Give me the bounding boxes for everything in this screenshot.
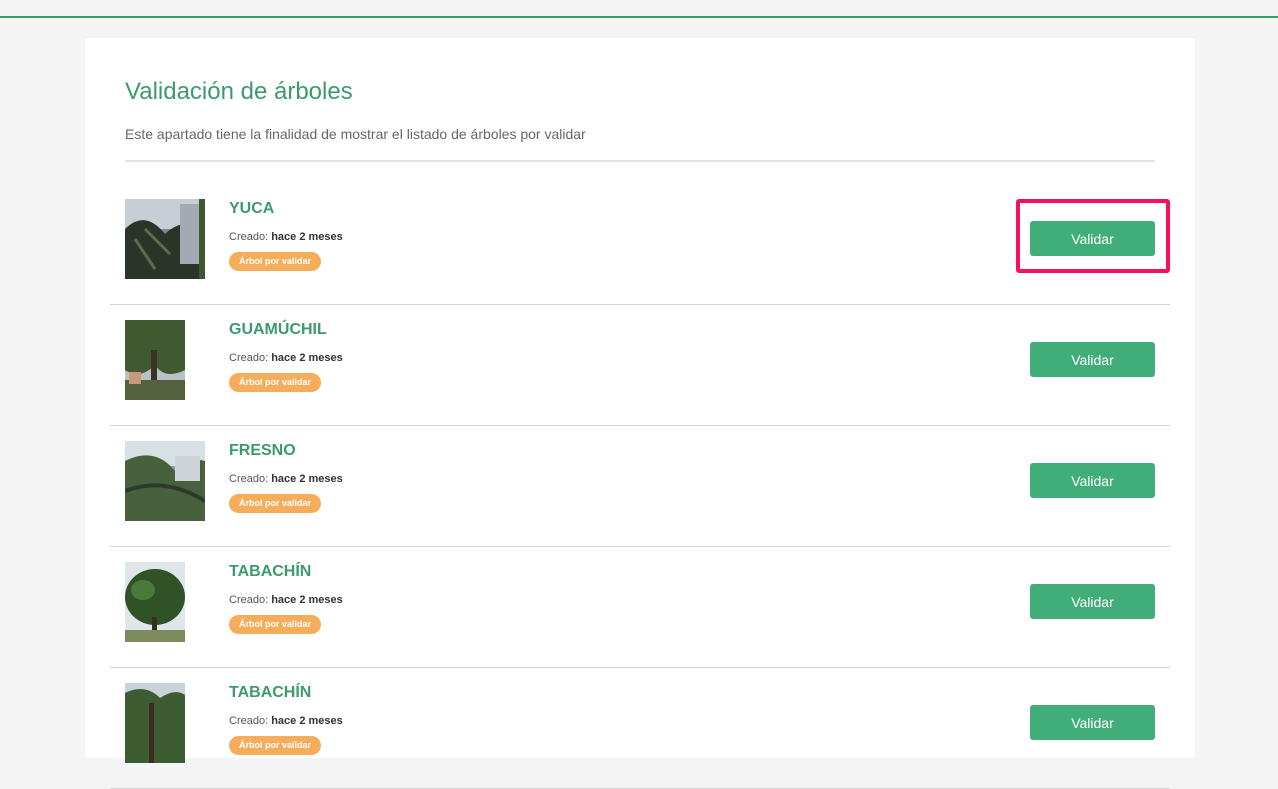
tree-name: TABACHÍN <box>229 684 312 701</box>
created-info: Creado: hace 2 meses <box>229 473 343 485</box>
list-item: TABACHÍN Creado: hace 2 meses Árbol por … <box>110 547 1170 668</box>
tree-photo <box>125 562 185 642</box>
top-bar <box>0 0 1278 18</box>
created-label: Creado: <box>229 231 269 243</box>
tree-name: TABACHÍN <box>229 563 312 580</box>
status-badge: Árbol por validar <box>229 494 322 513</box>
created-info: Creado: hace 2 meses <box>229 231 343 243</box>
created-label: Creado: <box>229 594 269 606</box>
status-badge: Árbol por validar <box>229 736 322 755</box>
created-info: Creado: hace 2 meses <box>229 715 343 727</box>
page-title: Validación de árboles <box>125 78 353 105</box>
validation-card: Validación de árboles Este apartado tien… <box>85 38 1195 789</box>
list-item: YUCA Creado: hace 2 meses Árbol por vali… <box>110 184 1170 305</box>
created-label: Creado: <box>229 352 269 364</box>
validate-button[interactable]: Validar <box>1030 221 1155 256</box>
created-value: hace 2 meses <box>271 473 343 485</box>
header-divider <box>125 160 1155 162</box>
tree-list: YUCA Creado: hace 2 meses Árbol por vali… <box>110 184 1170 789</box>
created-label: Creado: <box>229 715 269 727</box>
list-item: TABACHÍN Creado: hace 2 meses Árbol por … <box>110 668 1170 789</box>
status-badge: Árbol por validar <box>229 615 322 634</box>
list-item: GUAMÚCHIL Creado: hace 2 meses Árbol por… <box>110 305 1170 426</box>
tree-photo <box>125 199 205 279</box>
created-value: hace 2 meses <box>271 231 343 243</box>
created-value: hace 2 meses <box>271 352 343 364</box>
tree-name: GUAMÚCHIL <box>229 321 327 338</box>
tree-photo <box>125 441 205 521</box>
created-info: Creado: hace 2 meses <box>229 594 343 606</box>
validate-button[interactable]: Validar <box>1030 463 1155 498</box>
tree-photo <box>125 683 185 763</box>
list-item: FRESNO Creado: hace 2 meses Árbol por va… <box>110 426 1170 547</box>
created-value: hace 2 meses <box>271 594 343 606</box>
status-badge: Árbol por validar <box>229 373 322 392</box>
validate-button[interactable]: Validar <box>1030 584 1155 619</box>
validate-button[interactable]: Validar <box>1030 705 1155 740</box>
validate-button[interactable]: Validar <box>1030 342 1155 377</box>
created-value: hace 2 meses <box>271 715 343 727</box>
tree-name: YUCA <box>229 200 275 217</box>
created-label: Creado: <box>229 473 269 485</box>
tree-photo <box>125 320 185 400</box>
page-subtitle: Este apartado tiene la finalidad de most… <box>125 126 586 142</box>
tree-name: FRESNO <box>229 442 296 459</box>
status-badge: Árbol por validar <box>229 252 322 271</box>
created-info: Creado: hace 2 meses <box>229 352 343 364</box>
